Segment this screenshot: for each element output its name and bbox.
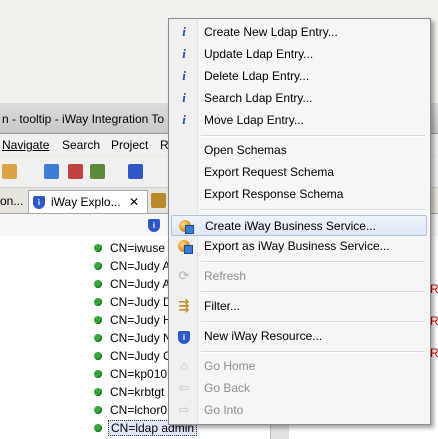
back-arrow-icon: ⇦ <box>178 380 190 395</box>
toolbar-disconnect-icon[interactable] <box>68 164 83 179</box>
globe-service-icon <box>176 238 193 254</box>
menu-item-label: Create iWay Business Service... <box>205 219 376 233</box>
forward-arrow-icon: ⇨ <box>178 402 190 417</box>
iway-shield-icon: i <box>176 328 192 344</box>
menu-item-label: Go Back <box>204 381 251 395</box>
menu-item-update-ldap-entry[interactable]: i Update Ldap Entry... <box>171 44 427 64</box>
right-edge-mark: R <box>430 314 438 328</box>
menu-item-label: Move Ldap Entry... <box>204 113 304 127</box>
menu-item-label: Filter... <box>204 299 241 313</box>
tab-iway-explorer-label: iWay Explo... <box>51 195 121 209</box>
menu-separator <box>201 321 425 323</box>
menu-item-create-iway-business-service[interactable]: Create iWay Business Service... <box>171 215 427 236</box>
tab-iway-explorer[interactable]: i iWay Explo... ✕ <box>28 190 148 213</box>
menu-item-delete-ldap-entry[interactable]: i Delete Ldap Entry... <box>171 66 427 86</box>
info-icon: i <box>182 112 186 127</box>
menu-item-create-ldap-entry[interactable]: i Create New Ldap Entry... <box>171 22 427 42</box>
menu-item-label: Go Home <box>204 359 256 373</box>
menu-item-export-request-schema[interactable]: Export Request Schema <box>171 162 427 182</box>
tree-row-label: CN=Judy N <box>110 331 172 345</box>
scrollbar[interactable] <box>270 424 289 439</box>
menu-separator <box>201 209 425 211</box>
status-dot-icon <box>94 298 102 306</box>
menu-item-label: New iWay Resource... <box>204 329 323 343</box>
tree-row-label: CN=kp010 <box>110 367 168 381</box>
tree-row-label: CN=Judy H <box>110 313 172 327</box>
close-icon[interactable]: ✕ <box>129 195 139 209</box>
menu-item-label: Create New Ldap Entry... <box>204 25 338 39</box>
menu-item-label: Go Into <box>204 403 244 417</box>
tree-row-label: CN=iwuse <box>110 241 166 255</box>
menu-project[interactable]: Project <box>111 138 148 152</box>
iway-shield-icon[interactable]: i <box>148 219 160 232</box>
toolbar-publish-icon[interactable] <box>90 164 105 179</box>
menu-item-label: Open Schemas <box>204 143 287 157</box>
tree-row-label: CN=Judy A <box>110 259 171 273</box>
home-icon: ⌂ <box>180 358 188 373</box>
menu-item-export-as-iway-business-service[interactable]: Export as iWay Business Service... <box>171 236 427 256</box>
menu-item-label: Export Request Schema <box>204 165 335 179</box>
right-edge-mark: R <box>430 282 438 296</box>
globe-service-icon <box>177 218 194 234</box>
menu-separator <box>201 135 425 137</box>
menu-item-filter[interactable]: ⇶ Filter... <box>171 296 427 316</box>
menu-item-move-ldap-entry[interactable]: i Move Ldap Entry... <box>171 110 427 130</box>
toolbar-iway-icon[interactable] <box>128 164 143 179</box>
tree-row-label: CN=Judy C <box>110 349 172 363</box>
status-dot-icon <box>94 406 102 414</box>
status-dot-icon <box>94 262 102 270</box>
toolbar-connect-icon[interactable] <box>44 164 59 179</box>
tree-row-label: CN=Judy A <box>110 277 171 291</box>
menu-search[interactable]: Search <box>62 138 100 152</box>
refresh-icon: ⟳ <box>178 268 190 283</box>
tree-row-label: CN=Judy D <box>110 295 172 309</box>
menu-item-search-ldap-entry[interactable]: i Search Ldap Entry... <box>171 88 427 108</box>
tab-other-icon[interactable] <box>151 193 166 208</box>
window-title: n - tooltip - iWay Integration To <box>2 112 165 126</box>
menu-navigate[interactable]: Navigate <box>2 138 49 152</box>
menu-separator <box>201 291 425 293</box>
menu-item-export-response-schema[interactable]: Export Response Schema <box>171 184 427 204</box>
iway-shield-icon: i <box>33 196 45 209</box>
tree-row-label: CN=krbtgt <box>110 385 165 399</box>
status-dot-icon <box>94 388 102 396</box>
right-edge-mark: R <box>430 346 438 360</box>
status-dot-icon <box>94 334 102 342</box>
menu-item-label: Refresh <box>204 269 247 283</box>
menu-item-label: Export Response Schema <box>204 187 344 201</box>
status-dot-icon <box>94 316 102 324</box>
status-dot-icon <box>94 352 102 360</box>
menu-separator <box>201 261 425 263</box>
menu-separator <box>201 351 425 353</box>
info-icon: i <box>182 90 186 105</box>
info-icon: i <box>182 46 186 61</box>
status-dot-icon <box>94 370 102 378</box>
status-dot-icon <box>94 424 102 432</box>
menu-item-go-back[interactable]: ⇦ Go Back <box>171 378 427 398</box>
menu-item-label: Search Ldap Entry... <box>204 91 313 105</box>
menu-item-go-home[interactable]: ⌂ Go Home <box>171 356 427 376</box>
tab-first[interactable]: on... <box>0 190 26 212</box>
menu-item-refresh[interactable]: ⟳ Refresh <box>171 266 427 286</box>
context-menu: i Create New Ldap Entry... i Update Ldap… <box>168 18 431 425</box>
menu-item-label: Delete Ldap Entry... <box>204 69 310 83</box>
toolbar-tool-icon[interactable] <box>2 164 17 179</box>
status-dot-icon <box>94 280 102 288</box>
tab-first-label: on... <box>0 194 24 208</box>
menu-item-label: Update Ldap Entry... <box>204 47 314 61</box>
status-dot-icon <box>94 244 102 252</box>
menu-item-new-iway-resource[interactable]: i New iWay Resource... <box>171 326 427 346</box>
filter-icon: ⇶ <box>178 298 190 313</box>
tree-row-label: CN=lchor0 <box>110 403 168 417</box>
menu-item-open-schemas[interactable]: Open Schemas <box>171 140 427 160</box>
info-icon: i <box>182 68 186 83</box>
menu-item-label: Export as iWay Business Service... <box>204 239 390 253</box>
menu-item-go-into[interactable]: ⇨ Go Into <box>171 400 427 420</box>
info-icon: i <box>182 24 186 39</box>
